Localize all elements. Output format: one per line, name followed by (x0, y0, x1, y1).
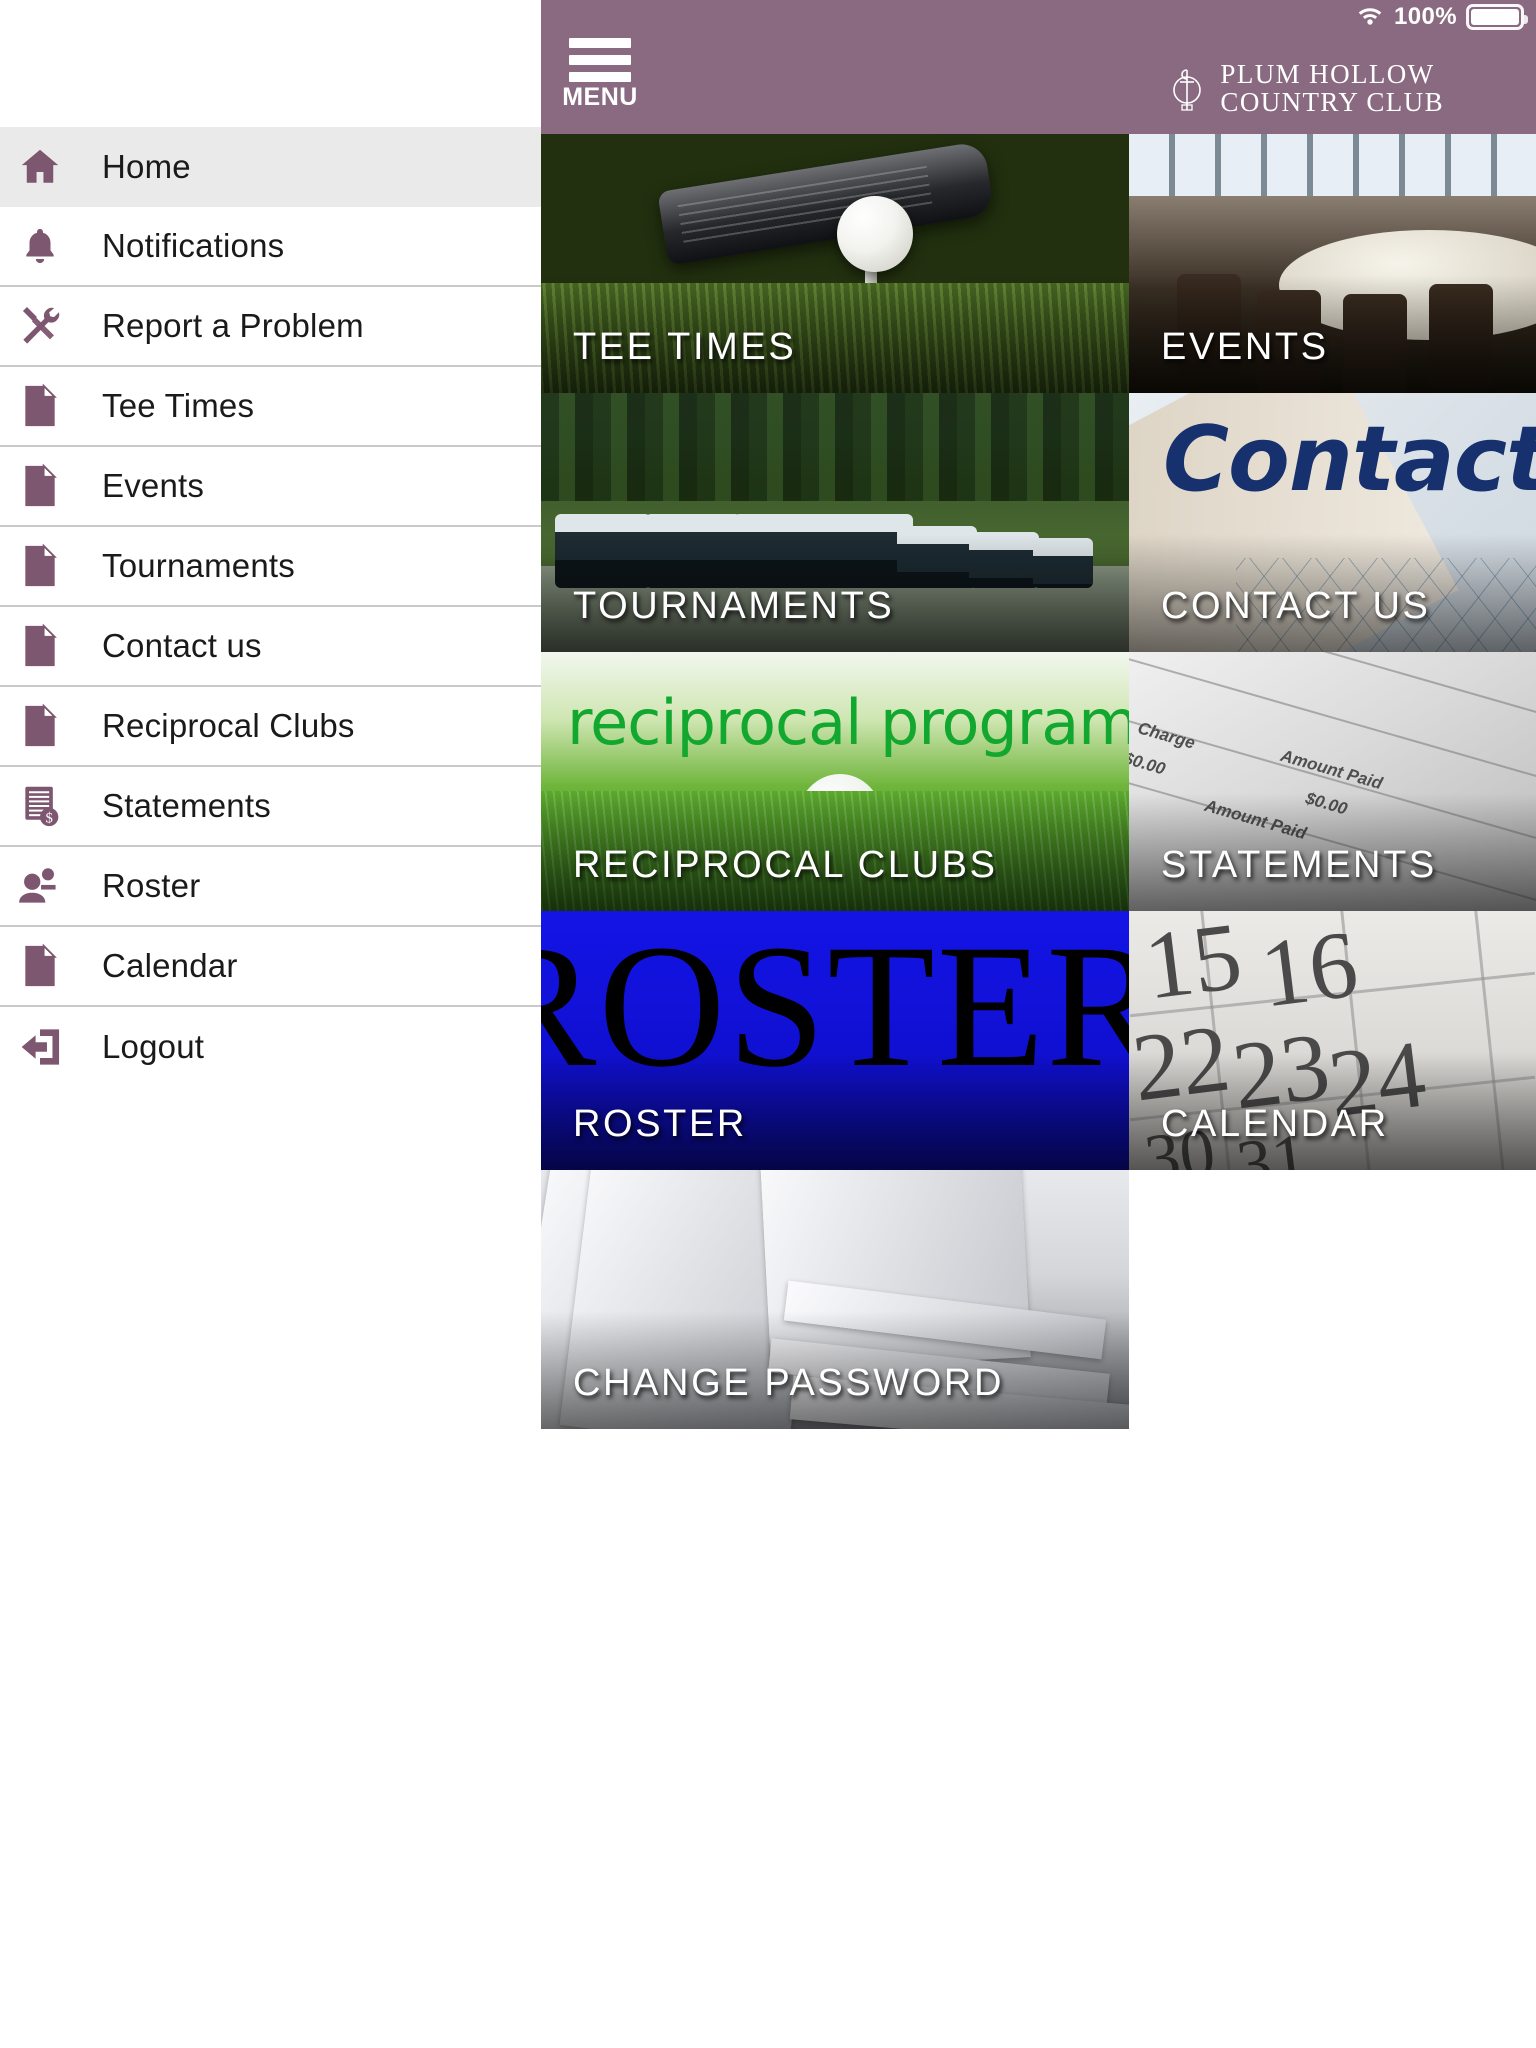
tools-icon (14, 300, 66, 352)
tile-tournaments[interactable]: TOURNAMENTS (541, 393, 1129, 652)
sidebar-item-report-a-problem[interactable]: Report a Problem (0, 287, 541, 367)
sidebar-item-label: Roster (102, 867, 201, 904)
tile-reciprocal-clubs[interactable]: reciprocal program RECIPROCAL CLUBS (541, 652, 1129, 911)
brand-logo: PLUM HOLLOW COUNTRY CLUB (1167, 60, 1444, 116)
sidebar-item-label: Statements (102, 787, 271, 824)
tile-title: CONTACT US (1161, 585, 1431, 627)
hamburger-menu-button[interactable]: MENU (561, 38, 639, 110)
document-icon (14, 940, 66, 992)
main-content-panel: MENU PLUM HOLLOW COUNTRY CLUB 100% TEE T… (541, 0, 1536, 2048)
document-icon (14, 380, 66, 432)
tile-title: CALENDAR (1161, 1103, 1389, 1145)
contact-artwork-text: Contact (1163, 407, 1536, 512)
hamburger-menu-icon (569, 38, 631, 85)
sidebar-item-logout[interactable]: Logout (0, 1007, 541, 1087)
sidebar-item-tee-times[interactable]: Tee Times (0, 367, 541, 447)
tile-tee-times[interactable]: TEE TIMES (541, 134, 1129, 393)
tile-title: RECIPROCAL CLUBS (573, 844, 998, 886)
sidebar-item-label: Calendar (102, 947, 238, 984)
tile-title: CHANGE PASSWORD (573, 1362, 1005, 1404)
tile-title: TEE TIMES (573, 326, 797, 368)
sidebar-item-label: Notifications (102, 227, 285, 264)
sidebar-item-reciprocal-clubs[interactable]: Reciprocal Clubs (0, 687, 541, 767)
document-icon (14, 460, 66, 512)
sidebar-item-label: Home (102, 148, 191, 185)
tile-change-password[interactable]: CHANGE PASSWORD (541, 1170, 1129, 1429)
tile-title: EVENTS (1161, 326, 1329, 368)
document-icon (14, 700, 66, 752)
tile-title: STATEMENTS (1161, 844, 1437, 886)
drawer-top-spacer (0, 0, 541, 127)
brand-line-1: PLUM HOLLOW (1220, 59, 1435, 89)
svg-text:$: $ (46, 811, 53, 827)
invoice-icon: $ (14, 780, 66, 832)
bell-icon (14, 220, 66, 272)
tile-contact-us[interactable]: Contact CONTACT US (1129, 393, 1536, 652)
battery-full-icon (1466, 4, 1528, 30)
logout-icon (14, 1021, 66, 1073)
sidebar-item-calendar[interactable]: Calendar (0, 927, 541, 1007)
tile-title: TOURNAMENTS (573, 585, 895, 627)
sidebar-item-events[interactable]: Events (0, 447, 541, 527)
status-bar: 100% (541, 0, 1536, 34)
sidebar-item-label: Tee Times (102, 387, 255, 424)
tile-calendar[interactable]: 15 16 22 23 24 30 31 CALENDAR (1129, 911, 1536, 1170)
sidebar-item-roster[interactable]: Roster (0, 847, 541, 927)
reciprocal-artwork-text: reciprocal program (567, 686, 1129, 759)
club-crest-icon (1167, 64, 1207, 112)
tile-statements[interactable]: Charge $0.00 Amount Paid $0.00 Amount Pa… (1129, 652, 1536, 911)
tile-roster[interactable]: ROSTER ROSTER (541, 911, 1129, 1170)
home-icon (14, 141, 66, 193)
content-empty-area (541, 1429, 1536, 2048)
sidebar-item-label: Reciprocal Clubs (102, 707, 355, 744)
dashboard-tile-grid: TEE TIMES EVENTS TOURNAMENTS Contact CON… (541, 134, 1536, 2048)
sidebar-item-label: Logout (102, 1028, 205, 1065)
sidebar-item-contact-us[interactable]: Contact us (0, 607, 541, 687)
sidebar-item-label: Contact us (102, 627, 262, 664)
sidebar-item-home[interactable]: Home (0, 127, 541, 207)
people-icon (14, 860, 66, 912)
tile-events[interactable]: EVENTS (1129, 134, 1536, 393)
sidebar-item-tournaments[interactable]: Tournaments (0, 527, 541, 607)
document-icon (14, 620, 66, 672)
tile-title: ROSTER (573, 1103, 747, 1145)
app-root: Home Notifications Report a Problem Tee … (0, 0, 1536, 2048)
navigation-drawer: Home Notifications Report a Problem Tee … (0, 0, 541, 2048)
menu-button-label: MENU (562, 83, 638, 111)
sidebar-item-label: Tournaments (102, 547, 295, 584)
sidebar-item-statements[interactable]: $ Statements (0, 767, 541, 847)
brand-line-2: COUNTRY CLUB (1220, 87, 1444, 118)
brand-text: PLUM HOLLOW COUNTRY CLUB (1220, 60, 1444, 116)
wifi-icon (1355, 4, 1385, 31)
battery-percent-label: 100% (1394, 3, 1457, 30)
document-icon (14, 540, 66, 592)
sidebar-item-label: Report a Problem (102, 307, 364, 344)
sidebar-item-notifications[interactable]: Notifications (0, 207, 541, 287)
sidebar-item-label: Events (102, 467, 205, 504)
